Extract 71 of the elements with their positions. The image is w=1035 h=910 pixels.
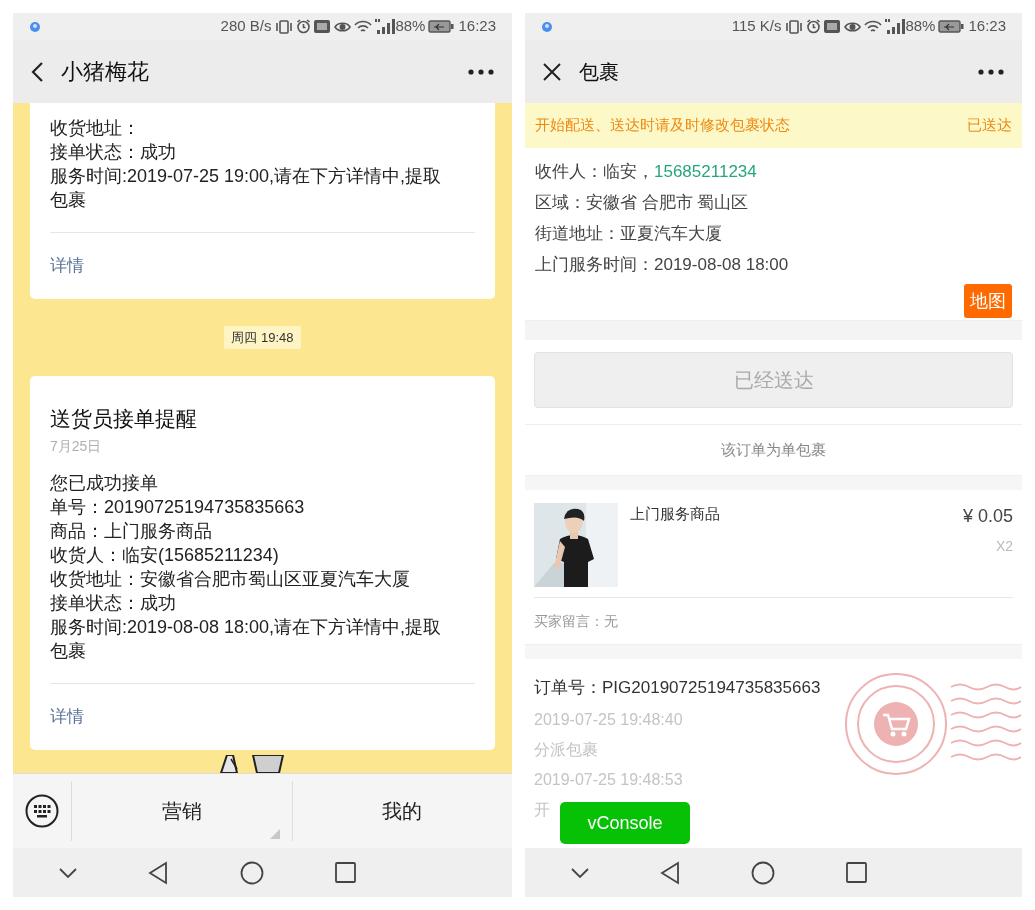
message-line: 您已成功接单 xyxy=(50,472,159,495)
eye-icon xyxy=(334,19,352,34)
battery-icon xyxy=(428,20,455,33)
signal-icon xyxy=(885,19,906,34)
back-icon[interactable] xyxy=(31,61,43,82)
back-icon[interactable] xyxy=(148,860,169,885)
message-line: 服务时间:2019-07-25 19:00,请在下方详情中,提取包裹 xyxy=(50,165,443,212)
product-quantity: X2 xyxy=(995,537,1013,556)
menu-item[interactable]: 营销 xyxy=(71,781,292,841)
delivery-status: 已送达 xyxy=(967,115,1012,136)
wifi-icon xyxy=(354,19,373,34)
timeline-event: 开 xyxy=(534,800,551,820)
vibrate-icon xyxy=(275,19,294,34)
recent-apps-icon[interactable] xyxy=(335,862,357,883)
eye-icon xyxy=(844,19,862,34)
buyer-note: 买家留言：无 xyxy=(534,611,618,631)
close-icon[interactable] xyxy=(543,62,561,81)
timestamp-label: 周四 19:48 xyxy=(224,325,301,349)
info-line: 上门服务时间：2019-08-08 18:00 xyxy=(535,254,790,276)
clock-time: 16:23 xyxy=(968,16,1006,37)
map-button[interactable]: 地图 xyxy=(964,284,1012,318)
order-number: 订单号：PIG20190725194735835663 xyxy=(534,677,822,699)
chevron-down-icon[interactable] xyxy=(570,867,589,878)
alarm-icon xyxy=(296,19,312,34)
card-date: 7月25日 xyxy=(50,437,103,456)
network-speed: 115 K/s xyxy=(731,16,782,37)
home-icon[interactable] xyxy=(239,860,264,885)
timeline-event: 分派包裹 xyxy=(534,740,599,760)
timeline-time: 2019-07-25 19:48:53 xyxy=(534,770,684,790)
signal-icon xyxy=(375,19,396,34)
parcel-note: 该订单为单包裹 xyxy=(721,439,826,460)
app-dot-icon xyxy=(541,20,553,33)
battery-icon xyxy=(938,20,965,33)
product-name: 上门服务商品 xyxy=(629,504,721,524)
wifi-icon xyxy=(864,19,883,34)
timeline-time: 2019-07-25 19:48:40 xyxy=(534,710,684,730)
keyboard-icon[interactable] xyxy=(25,794,59,828)
more-icon[interactable] xyxy=(978,68,1004,75)
info-line: 街道地址：亚夏汽车大厦 xyxy=(535,223,723,245)
chevron-down-icon[interactable] xyxy=(58,867,77,878)
clock-time: 16:23 xyxy=(458,16,496,37)
vibrate-icon xyxy=(785,19,804,34)
message-line: 服务时间:2019-08-08 18:00,请在下方详情中,提取包裹 xyxy=(50,616,443,663)
message-line: 接单状态：成功 xyxy=(50,592,177,615)
message-line: 单号：20190725194735835663 xyxy=(50,496,306,519)
back-icon[interactable] xyxy=(659,860,680,885)
chat-title: 小猪梅花 xyxy=(61,58,150,86)
card-title: 送货员接单提醒 xyxy=(50,406,198,432)
notice-text: 开始配送、送达时请及时修改包裹状态 xyxy=(535,115,790,136)
more-icon[interactable] xyxy=(468,68,494,75)
network-speed: 280 B/s xyxy=(220,16,272,37)
message-line: 商品：上门服务商品 xyxy=(50,520,213,543)
details-link[interactable]: 详情 xyxy=(50,256,84,275)
app-dot-icon xyxy=(29,20,41,33)
recent-apps-icon[interactable] xyxy=(845,862,867,883)
recipient-line: 收件人：临安，15685211234 xyxy=(535,161,758,183)
menu-item[interactable]: 我的 xyxy=(291,781,512,841)
product-price: ¥ 0.05 xyxy=(962,505,1013,528)
hd-icon xyxy=(824,20,841,33)
page-title: 包裹 xyxy=(579,59,620,85)
message-line: 收货地址： xyxy=(50,117,141,140)
message-line: 收货人：临安(15685211234) xyxy=(50,544,280,567)
message-line: 接单状态：成功 xyxy=(50,141,177,164)
home-icon[interactable] xyxy=(750,860,775,885)
hd-icon xyxy=(314,20,331,33)
info-line: 区域：安徽省 合肥市 蜀山区 xyxy=(535,192,750,214)
alarm-icon xyxy=(806,19,822,34)
details-link[interactable]: 详情 xyxy=(50,707,84,726)
battery-percent: 88% xyxy=(905,16,936,37)
battery-percent: 88% xyxy=(395,16,426,37)
message-line: 收货地址：安徽省合肥市蜀山区亚夏汽车大厦 xyxy=(50,568,411,591)
